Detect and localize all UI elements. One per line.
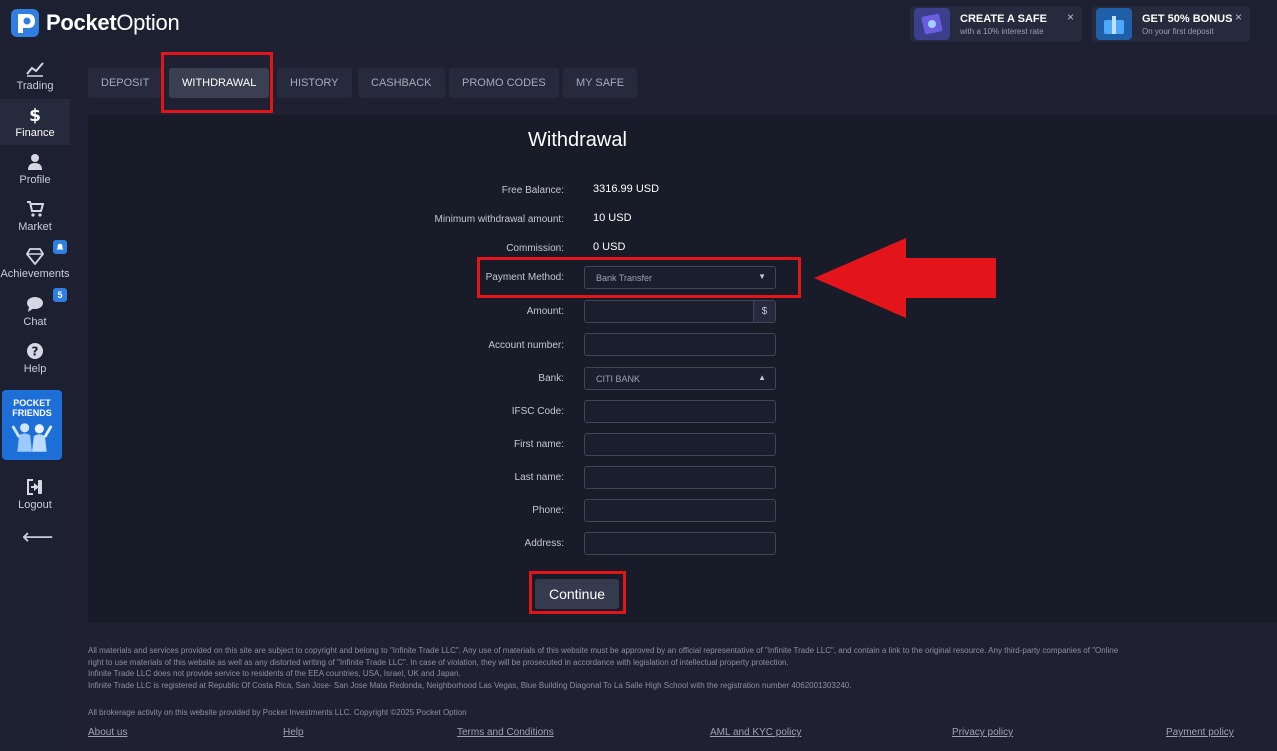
tab-promo-codes[interactable]: PROMO CODES xyxy=(449,68,559,98)
friends-title-line-1: POCKET xyxy=(13,398,51,408)
sidebar-item-help[interactable]: ? Help xyxy=(0,335,70,381)
phone-label: Phone: xyxy=(532,505,564,516)
create-safe-promo[interactable]: CREATE A SAFE with a 10% interest rate × xyxy=(910,6,1082,42)
bonus-promo[interactable]: GET 50% BONUS On your first deposit × xyxy=(1092,6,1250,42)
phone-input[interactable] xyxy=(584,499,776,522)
tab-history[interactable]: HISTORY xyxy=(277,68,352,98)
chat-count-badge: 5 xyxy=(53,288,67,302)
amount-label: Amount: xyxy=(526,306,564,317)
promo-subtitle: with a 10% interest rate xyxy=(960,26,1044,36)
min-withdrawal-value: 10 USD xyxy=(593,212,632,224)
brand-name: PocketOption xyxy=(46,10,180,35)
withdrawal-tab-highlight xyxy=(161,52,273,113)
diamond-icon xyxy=(26,247,44,265)
safe-icon xyxy=(914,8,950,40)
ifsc-code-label: IFSC Code: xyxy=(511,406,564,417)
page-title: Withdrawal xyxy=(528,129,627,151)
close-icon[interactable]: × xyxy=(1235,10,1242,24)
footer-link-about-us[interactable]: About us xyxy=(88,727,127,738)
logout-icon xyxy=(27,478,42,495)
commission-label: Commission: xyxy=(506,243,564,254)
min-withdrawal-label: Minimum withdrawal amount: xyxy=(434,214,565,225)
sidebar-item-trading[interactable]: Trading xyxy=(0,52,70,98)
legal-line: Infinite Trade LLC is registered at Repu… xyxy=(88,680,852,690)
account-number-label: Account number: xyxy=(488,340,564,351)
sidebar-item-label: Trading xyxy=(16,79,54,92)
close-icon[interactable]: × xyxy=(1067,10,1074,24)
sidebar-item-market[interactable]: Market xyxy=(0,193,70,239)
footer-link-privacy[interactable]: Privacy policy xyxy=(952,727,1013,738)
first-name-input[interactable] xyxy=(584,433,776,456)
legal-line: right to use materials of this website a… xyxy=(88,657,789,667)
bank-label: Bank: xyxy=(538,373,564,384)
dollar-icon: $ xyxy=(29,106,41,124)
brand-logo[interactable]: PocketOption xyxy=(10,8,180,38)
legal-line: Infinite Trade LLC does not provide serv… xyxy=(88,669,461,678)
sidebar-item-label: Finance xyxy=(15,126,55,139)
gift-icon xyxy=(1096,8,1132,40)
friends-title-line-2: FRIENDS xyxy=(12,408,52,418)
promo-subtitle: On your first deposit xyxy=(1142,26,1214,36)
notification-badge xyxy=(53,240,67,254)
red-arrow-icon xyxy=(814,238,996,318)
pocket-option-logo-icon xyxy=(11,9,39,37)
sidebar-item-profile[interactable]: Profile xyxy=(0,146,70,192)
sidebar-item-logout[interactable]: Logout xyxy=(0,471,70,517)
help-icon: ? xyxy=(27,342,43,359)
free-balance-label: Free Balance: xyxy=(501,185,564,196)
promo-title: GET 50% BONUS xyxy=(1142,12,1233,25)
amount-input[interactable]: $ xyxy=(584,300,776,323)
sidebar-item-finance[interactable]: $ Finance xyxy=(0,99,70,145)
cart-icon xyxy=(27,200,44,217)
footer-link-help[interactable]: Help xyxy=(283,727,304,738)
user-icon xyxy=(28,153,42,170)
legal-line: All materials and services provided on t… xyxy=(88,646,1119,655)
sidebar-item-label: Chat xyxy=(23,315,47,328)
payment-method-highlight xyxy=(477,257,801,298)
address-input[interactable] xyxy=(584,532,776,555)
chat-icon xyxy=(27,296,43,312)
first-name-label: First name: xyxy=(513,439,564,450)
last-name-label: Last name: xyxy=(514,472,564,483)
ifsc-code-input[interactable] xyxy=(584,400,776,423)
promo-title: CREATE A SAFE xyxy=(960,12,1047,25)
pocket-friends-banner[interactable]: POCKET FRIENDS xyxy=(2,390,62,460)
footer-link-aml-kyc[interactable]: AML and KYC policy xyxy=(710,727,801,738)
sidebar-item-label: Logout xyxy=(18,498,52,511)
tab-deposit[interactable]: DEPOSIT xyxy=(88,68,163,98)
friends-illustration-icon xyxy=(11,423,53,452)
last-name-input[interactable] xyxy=(584,466,776,489)
legal-notice: All materials and services provided on t… xyxy=(88,645,1277,691)
sidebar-item-label: Market xyxy=(18,220,52,233)
bell-icon xyxy=(56,243,64,250)
caret-up-icon: ▲ xyxy=(758,373,766,382)
currency-addon: $ xyxy=(753,301,775,322)
free-balance-value: 3316.99 USD xyxy=(593,183,660,195)
copyright-text: All brokerage activity on this website p… xyxy=(88,708,467,717)
continue-highlight xyxy=(529,571,626,614)
collapse-arrow-icon[interactable]: ⟵ xyxy=(22,524,54,550)
svg-text:$: $ xyxy=(29,106,41,124)
sidebar-item-chat[interactable]: Chat 5 xyxy=(0,288,70,334)
address-label: Address: xyxy=(524,538,564,549)
footer-link-terms[interactable]: Terms and Conditions xyxy=(457,727,554,738)
commission-value: 0 USD xyxy=(593,241,626,253)
sidebar-item-label: Help xyxy=(23,362,47,375)
account-number-input[interactable] xyxy=(584,333,776,356)
footer-link-payment-policy[interactable]: Payment policy xyxy=(1166,727,1234,738)
tab-my-safe[interactable]: MY SAFE xyxy=(563,68,638,98)
chart-line-icon xyxy=(26,61,44,77)
sidebar-item-label: Profile xyxy=(19,173,51,186)
tab-cashback[interactable]: CASHBACK xyxy=(358,68,445,98)
withdrawal-panel: Withdrawal Free Balance: 3316.99 USD Min… xyxy=(88,115,1277,623)
sidebar: Trading $ Finance Profile Market Achieve… xyxy=(0,48,70,751)
bank-value: CITI BANK xyxy=(596,374,641,384)
svg-text:?: ? xyxy=(32,344,39,358)
sidebar-item-achievements[interactable]: Achievements xyxy=(0,240,70,286)
bank-select[interactable]: CITI BANK ▲ xyxy=(584,367,776,390)
sidebar-item-label: Achievements xyxy=(0,267,70,280)
top-bar: PocketOption CREATE A SAFE with a 10% in… xyxy=(0,0,1277,48)
